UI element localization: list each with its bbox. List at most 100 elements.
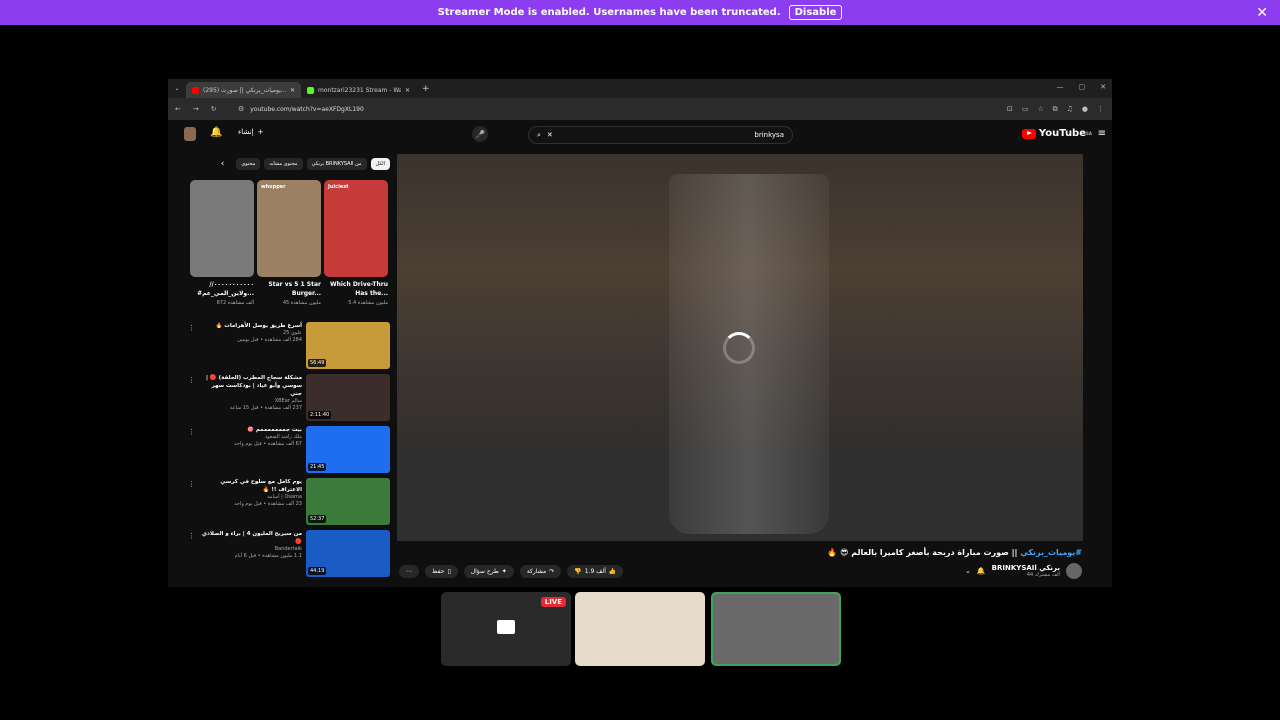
video-channel: ملك راشد الشعوذ — [265, 434, 302, 440]
tab-close-icon[interactable]: ✕ — [405, 87, 410, 94]
video-duration: 52:37 — [308, 515, 327, 523]
create-label: إنشاء — [238, 128, 254, 136]
create-button[interactable]: إنشاء + — [238, 128, 263, 136]
video-duration: 56:49 — [308, 359, 327, 367]
ask-button[interactable]: طرح سؤال ✦ — [463, 565, 514, 578]
video-thumbnail[interactable]: 2:11:40 — [306, 374, 390, 421]
list-item[interactable]: ⋮ من سيربح المليون 4 | براء و الصلادي 🔴 B… — [188, 530, 390, 582]
short-thumbnail[interactable]: Juiciest — [324, 180, 388, 277]
like-icon[interactable]: 👍 — [609, 568, 616, 575]
short-info[interactable]: Star vs 5 1 Star Burger... 45 مليون مشاهد… — [257, 280, 321, 306]
list-item[interactable]: ⋮ يوم كامل مع سلوح في كرسي الاعتراف !! 🔥… — [188, 478, 390, 530]
list-item[interactable]: ⋮ أسرع طريق يوصل الأهرامات 🔥 علوي 25 284 أ… — [188, 322, 390, 374]
more-options-icon[interactable]: ⋮ — [188, 530, 198, 582]
screen-share-icon — [497, 620, 515, 634]
tab-search-icon[interactable]: ⌄ — [168, 85, 186, 92]
hamburger-menu-icon[interactable]: ≡ — [1098, 128, 1106, 139]
channel-avatar[interactable] — [1066, 563, 1082, 579]
bookmark-star-icon[interactable]: ☆ — [1037, 105, 1043, 114]
youtube-play-icon — [1021, 128, 1036, 139]
video-thumbnail[interactable]: 44:19 — [306, 530, 390, 577]
search-icon[interactable]: ⌕ — [537, 131, 541, 140]
menu-icon[interactable]: ⋮ — [1097, 105, 1104, 114]
bell-icon[interactable]: 🔔 — [977, 567, 986, 575]
video-thumbnail[interactable]: 52:37 — [306, 478, 390, 525]
more-options-icon[interactable]: ⋮ — [188, 478, 198, 530]
save-button[interactable]: حفظ ▯ — [425, 565, 458, 578]
clear-search-icon[interactable]: ✕ — [547, 131, 553, 139]
more-options-icon[interactable]: ⋮ — [188, 322, 198, 374]
participant-tile-speaking[interactable] — [711, 592, 841, 666]
tab-kick[interactable]: montzari23231 Stream - Wa... ✕ — [301, 82, 416, 98]
logo-text: YouTube — [1038, 128, 1087, 139]
video-channel: Bandertalk — [274, 546, 302, 552]
short-views: 872 ألف مشاهدة — [216, 300, 254, 306]
short-title: Star vs 5 1 Star Burger... — [268, 281, 321, 297]
media-icon[interactable]: ♫ — [1067, 105, 1073, 114]
save-label: حفظ — [432, 568, 445, 575]
tab-youtube[interactable]: (295) يوميات_برنكي || صورت... ✕ — [186, 82, 301, 98]
url-field[interactable]: youtube.com/watch?v=aeXFDgXL190 — [250, 106, 1007, 113]
tab-title: (295) يوميات_برنكي || صورت... — [203, 86, 286, 94]
short-thumbnail[interactable]: whopper — [257, 180, 321, 277]
minimize-button[interactable]: — — [1057, 83, 1064, 91]
more-actions-button[interactable]: ⋯ — [399, 565, 419, 578]
notifications-icon[interactable]: 🔔 — [210, 127, 222, 138]
stream-preview-tile[interactable]: LIVE — [441, 592, 571, 666]
filter-chips: الكل من BRINKYSAIl برنكي محتوى مشابه محت… — [190, 158, 390, 170]
like-dislike-button[interactable]: 👎 1.9 ألف 👍 — [567, 565, 624, 578]
short-label: Juiciest — [328, 184, 349, 190]
cast-icon[interactable]: ▭ — [1022, 105, 1029, 114]
chips-next-icon[interactable]: › — [221, 159, 225, 169]
channel-row: ⌄ 🔔 BRINKYSAIl برنكي 44 ألف مشترك — [965, 563, 1082, 579]
youtube-logo[interactable]: YouTube SA — [1021, 128, 1092, 139]
chip-from-channel[interactable]: من BRINKYSAIl برنكي — [306, 158, 367, 170]
search-input[interactable]: ⌕ ✕ brinkysa — [528, 126, 793, 144]
list-item[interactable]: ⋮ بيت جمممممممم 🎯 ملك راشد الشعوذ 67 ألف م… — [188, 426, 390, 478]
video-thumbnail[interactable]: 56:49 — [306, 322, 390, 369]
back-icon[interactable]: ← — [175, 105, 181, 113]
video-stats: 67 ألف مشاهدة • قبل يوم واحد — [234, 441, 302, 447]
close-window-button[interactable]: ✕ — [1100, 83, 1106, 91]
translate-icon[interactable]: ⊡ — [1007, 105, 1013, 114]
video-duration: 44:19 — [308, 567, 327, 575]
tab-close-icon[interactable]: ✕ — [290, 87, 295, 94]
video-stats: 1.1 مليون مشاهدة • قبل 6 أيام — [234, 553, 302, 559]
subscribe-dropdown-icon[interactable]: ⌄ — [965, 567, 971, 575]
youtube-favicon-icon — [192, 86, 199, 94]
video-title-row: #يوميات_برنكي || صورت مباراة دربحة بأصغر… — [827, 548, 1082, 557]
logo-country: SA — [1086, 131, 1092, 136]
extensions-icon[interactable]: ⧉ — [1053, 105, 1058, 114]
new-tab-button[interactable]: + — [422, 84, 430, 94]
video-duration: 2:11:40 — [308, 411, 332, 419]
site-info-icon[interactable]: ⚙ — [238, 105, 244, 113]
forward-icon[interactable]: → — [193, 105, 199, 113]
like-count: 1.9 ألف — [584, 568, 606, 575]
recommended-list: ⋮ أسرع طريق يوصل الأهرامات 🔥 علوي 25 284 أ… — [188, 322, 390, 582]
banner-close-icon[interactable]: ✕ — [1256, 5, 1268, 21]
short-info[interactable]: Which Drive-Thru Has the... 5.4 مليون مشا… — [324, 280, 388, 306]
avatar[interactable] — [184, 127, 196, 141]
hashtag-link[interactable]: #يوميات_برنكي — [1020, 548, 1082, 557]
video-player[interactable] — [397, 154, 1083, 541]
share-button[interactable]: مشاركة ↷ — [519, 565, 562, 578]
reload-icon[interactable]: ↻ — [211, 105, 217, 113]
more-options-icon[interactable]: ⋮ — [188, 374, 198, 426]
maximize-button[interactable]: ▢ — [1079, 83, 1086, 91]
channel-name[interactable]: BRINKYSAIl برنكي — [992, 564, 1060, 572]
chip-all[interactable]: الكل — [370, 158, 390, 170]
short-info[interactable]: //۰۰۰۰۰۰۰۰۰۰۰ #ولاين_المي_عم... 872 ألف م… — [190, 280, 254, 306]
more-options-icon[interactable]: ⋮ — [188, 426, 198, 478]
short-thumbnail[interactable] — [190, 180, 254, 277]
short-views: 45 مليون مشاهدة — [282, 300, 321, 306]
list-item[interactable]: ⋮ مشكلة سجاج المطرب (الحلقة) 🔴 | سوسي وأ… — [188, 374, 390, 426]
participant-tile[interactable] — [575, 592, 705, 666]
profile-icon[interactable]: ● — [1082, 105, 1088, 114]
video-stats: 23 ألف مشاهدة • قبل يوم واحد — [234, 501, 302, 507]
chip-similar[interactable]: محتوى مشابه — [264, 158, 303, 170]
video-thumbnail[interactable]: 21:45 — [306, 426, 390, 473]
chip-content[interactable]: محتوى — [236, 158, 261, 170]
disable-button[interactable]: Disable — [788, 5, 843, 20]
voice-search-icon[interactable]: 🎤 — [472, 126, 488, 142]
dislike-icon[interactable]: 👎 — [574, 568, 581, 575]
